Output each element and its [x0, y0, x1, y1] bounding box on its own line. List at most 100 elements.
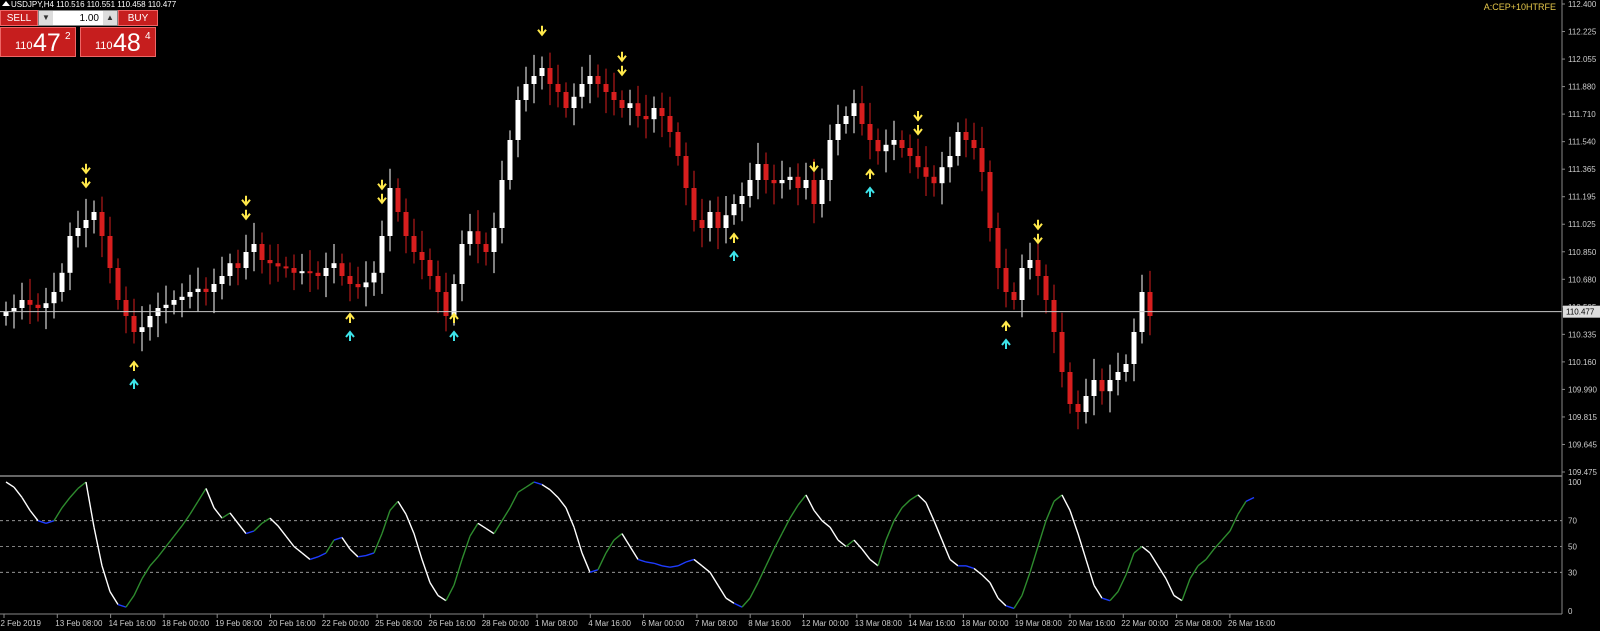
- sell-price-prefix: 110: [15, 40, 33, 52]
- oscillator-panel[interactable]: [0, 481, 1562, 610]
- time-tick-label: 12 Feb 2019: [0, 619, 41, 628]
- candle-body: [619, 100, 625, 108]
- oscillator-segment: [1205, 548, 1215, 560]
- oscillator-segment: [1181, 578, 1191, 601]
- oscillator-segment: [741, 597, 751, 608]
- candle-body: [787, 176, 793, 180]
- sell-arrow-icon: [81, 163, 91, 175]
- oscillator-segment: [1021, 572, 1031, 596]
- candle-body: [523, 84, 529, 100]
- candle-body: [563, 92, 569, 108]
- candle-body: [595, 76, 601, 84]
- buy-arrow-icon: [1001, 320, 1011, 331]
- oscillator-segment: [309, 556, 319, 561]
- oscillator-segment: [405, 513, 415, 534]
- sell-button[interactable]: SELL: [0, 10, 38, 26]
- candle-body: [1115, 372, 1121, 380]
- oscillator-segment: [621, 533, 631, 547]
- candle-body: [811, 180, 817, 204]
- oscillator-segment: [493, 520, 503, 534]
- oscillator-segment: [29, 509, 39, 522]
- oscillator-segment: [69, 487, 79, 498]
- oscillator-segment: [757, 565, 767, 583]
- candle-body: [27, 300, 33, 305]
- candlesticks: [3, 52, 1153, 430]
- price-axis[interactable]: 112.400 112.225 112.055 111.880 111.710 111.5…: [0, 0, 1600, 616]
- candle-body: [467, 231, 473, 244]
- candle-body: [499, 180, 505, 228]
- time-tick-label: 13 Mar 08:00: [855, 619, 903, 628]
- price-tick-label: 109.990: [1568, 385, 1597, 394]
- buy-price-main: 48: [113, 29, 141, 57]
- oscillator-segment: [637, 558, 647, 563]
- candle-body: [907, 148, 913, 156]
- candle-body: [411, 236, 417, 252]
- oscillator-segment: [997, 597, 1007, 607]
- time-axis[interactable]: 12 Feb 2019 13 Feb 08:00 14 Feb 16:00 18 Fe…: [0, 614, 1276, 628]
- candle-body: [107, 236, 113, 268]
- oscillator-segment: [61, 497, 71, 509]
- time-tick-label: 20 Mar 16:00: [1068, 619, 1116, 628]
- sell-arrow-icon: [377, 193, 387, 205]
- candle-body: [1131, 332, 1137, 364]
- sell-arrow-icon: [537, 25, 547, 37]
- oscillator-segment: [693, 558, 703, 567]
- candle-body: [851, 103, 857, 116]
- candle-body: [819, 180, 825, 204]
- oscillator-segment: [445, 584, 455, 602]
- oscillator-segment: [813, 509, 823, 522]
- price-tick-label: 112.225: [1568, 28, 1597, 37]
- oscillator-segment: [149, 556, 159, 567]
- trading-chart[interactable]: 112.400 112.225 112.055 111.880 111.710 111.5…: [0, 0, 1600, 631]
- candle-body: [1043, 276, 1049, 300]
- candle-body: [699, 220, 705, 228]
- oscillator-segment: [1173, 594, 1183, 602]
- sell-price-main: 47: [33, 29, 61, 57]
- oscillator-segment: [901, 499, 911, 509]
- lot-size-input[interactable]: ▼ 1.00 ▲: [38, 10, 118, 26]
- candle-body: [707, 212, 713, 228]
- sell-price-box[interactable]: 110 47 2: [0, 27, 76, 57]
- sell-arrow-icon: [617, 65, 627, 77]
- candle-body: [803, 180, 809, 188]
- candle-body: [83, 220, 89, 228]
- sell-price-sup: 2: [65, 31, 71, 42]
- lot-value: 1.00: [79, 13, 99, 24]
- buy-arrow-icon: [449, 330, 459, 341]
- candle-body: [139, 327, 145, 332]
- oscillator-segment: [181, 513, 191, 527]
- candle-body: [683, 156, 689, 188]
- oscillator-segment: [437, 594, 447, 602]
- lot-increase-icon[interactable]: ▲: [103, 11, 117, 25]
- candle-body: [443, 292, 449, 316]
- lot-decrease-icon[interactable]: ▼: [39, 11, 53, 25]
- oscillator-segment: [925, 502, 935, 521]
- time-tick-label: 14 Mar 16:00: [908, 619, 956, 628]
- candle-body: [171, 300, 177, 305]
- candle-body: [275, 263, 281, 267]
- oscillator-segment: [109, 591, 119, 605]
- buy-price-box[interactable]: 110 48 4: [80, 27, 156, 57]
- candle-body: [1027, 260, 1033, 268]
- buy-arrow-icon: [729, 250, 739, 261]
- buy-button[interactable]: BUY: [118, 10, 158, 26]
- oscillator-segment: [1045, 501, 1055, 521]
- oscillator-segment: [1141, 545, 1151, 554]
- oscillator-segment: [485, 527, 495, 535]
- oscillator-segment: [1061, 494, 1071, 511]
- oscillator-segment: [141, 565, 151, 580]
- oscillator-segment: [1117, 574, 1127, 592]
- candle-body: [515, 100, 521, 140]
- candle-body: [147, 316, 153, 328]
- oscillator-segment: [1245, 496, 1255, 502]
- candle-body: [731, 204, 737, 216]
- time-tick-label: 4 Mar 16:00: [588, 619, 631, 628]
- price-tick-label: 111.880: [1568, 83, 1596, 92]
- oscillator-segment: [189, 500, 199, 515]
- oscillator-segment: [765, 548, 775, 567]
- symbol-info: USDJPY,H4 110.516 110.551 110.458 110.47…: [11, 0, 177, 9]
- oscillator-segment: [941, 539, 951, 560]
- candle-body: [979, 148, 985, 172]
- collapse-triangle-icon[interactable]: [2, 1, 10, 6]
- sell-arrow-icon: [1033, 219, 1043, 231]
